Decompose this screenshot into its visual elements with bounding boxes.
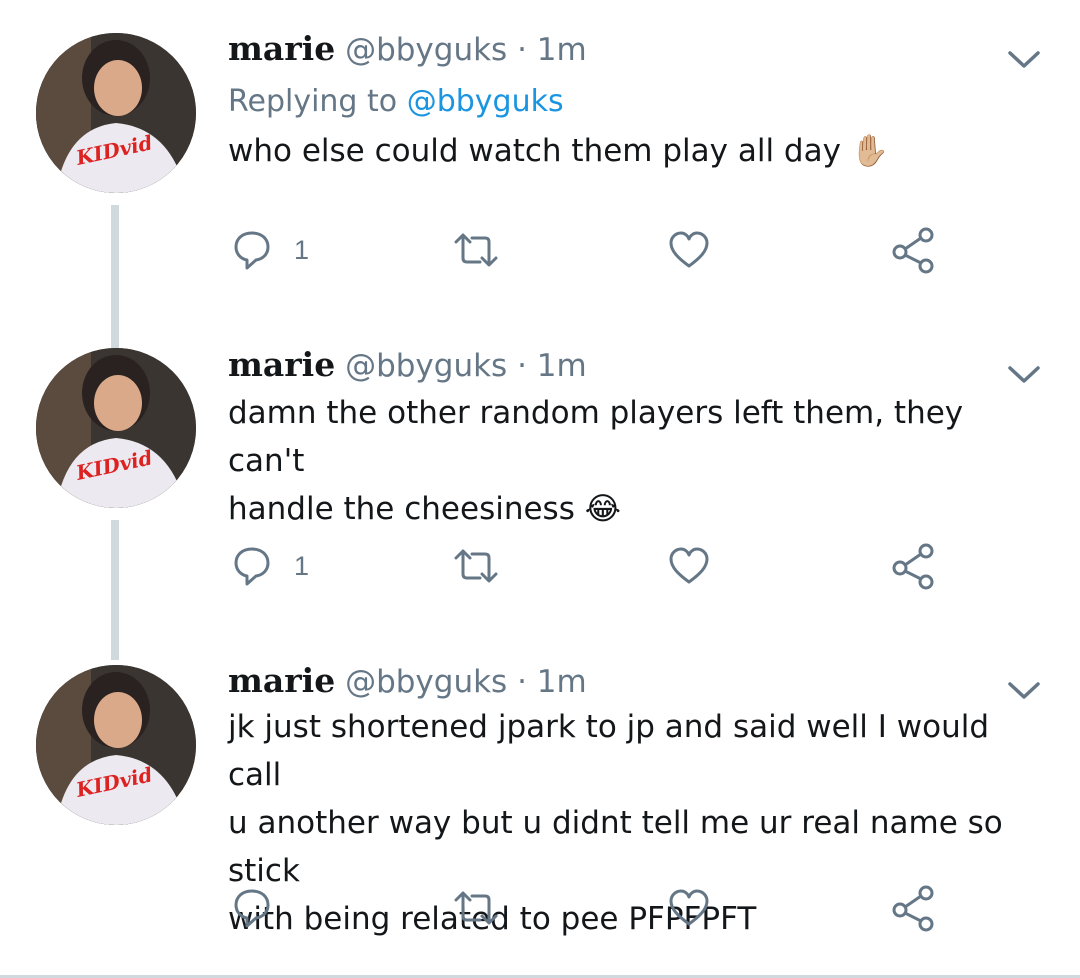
timestamp[interactable]: 1m bbox=[537, 664, 587, 700]
tweet-content: marie @bbyguks · 1m Replying to @bbyguks… bbox=[228, 30, 1040, 175]
retweet-icon bbox=[454, 891, 498, 925]
display-name[interactable]: marie bbox=[228, 345, 335, 384]
display-name[interactable]: marie bbox=[228, 661, 335, 700]
separator: · bbox=[517, 348, 527, 384]
user-handle[interactable]: @bbyguks bbox=[345, 348, 507, 384]
reply-count: 1 bbox=[294, 234, 310, 265]
tweet-text-line: who else could watch them play all day bbox=[228, 133, 841, 169]
reply-button[interactable]: 1 bbox=[232, 542, 309, 590]
retweet-icon bbox=[454, 233, 498, 267]
laughing-emoji: 😂 bbox=[584, 491, 621, 527]
reply-icon bbox=[234, 231, 270, 270]
reply-count: 1 bbox=[294, 550, 310, 581]
tweet-2[interactable]: KIDvid marie @bbyguks · 1m damn the othe… bbox=[0, 330, 1080, 660]
separator: · bbox=[517, 32, 527, 68]
tweet-text-line: handle the cheesiness 😂 bbox=[228, 485, 1040, 533]
tweet-content: marie @bbyguks · 1m damn the other rando… bbox=[228, 346, 1040, 533]
retweet-button[interactable] bbox=[452, 226, 500, 274]
avatar[interactable]: KIDvid bbox=[36, 665, 196, 825]
thread-line bbox=[111, 330, 119, 348]
tweet-text-line: jk just shortened jpark to jp and said w… bbox=[228, 709, 990, 793]
share-icon bbox=[892, 227, 934, 274]
share-button[interactable] bbox=[890, 884, 938, 932]
tweet-actions: 1 bbox=[228, 542, 988, 590]
raised-hand-emoji: ✋🏼 bbox=[850, 133, 890, 169]
share-icon bbox=[892, 885, 934, 932]
thread-line bbox=[111, 520, 119, 660]
replying-label: Replying to bbox=[228, 84, 398, 119]
like-button[interactable] bbox=[668, 542, 710, 590]
replying-to: Replying to @bbyguks bbox=[228, 83, 1040, 121]
tweet-text-line: u another way but u didnt tell me ur rea… bbox=[228, 805, 1003, 889]
replying-handle-link[interactable]: @bbyguks bbox=[407, 84, 564, 119]
share-button[interactable] bbox=[890, 226, 938, 274]
avatar[interactable]: KIDvid bbox=[36, 348, 196, 508]
share-icon bbox=[892, 543, 934, 590]
user-handle[interactable]: @bbyguks bbox=[345, 664, 507, 700]
reply-button[interactable]: 1 bbox=[232, 226, 309, 274]
user-handle[interactable]: @bbyguks bbox=[345, 32, 507, 68]
tweet-actions bbox=[228, 884, 988, 932]
tweet-header: marie @bbyguks · 1m bbox=[228, 346, 1040, 385]
tweet-1[interactable]: KIDvid marie @bbyguks · 1m Replying to @… bbox=[0, 0, 1080, 330]
chevron-down-icon[interactable] bbox=[1004, 676, 1044, 704]
tweet-text: who else could watch them play all day ✋… bbox=[228, 127, 1040, 175]
retweet-button[interactable] bbox=[452, 542, 500, 590]
retweet-icon bbox=[454, 549, 498, 583]
chevron-down-icon[interactable] bbox=[1004, 360, 1044, 388]
reply-icon bbox=[234, 547, 270, 586]
thread-line bbox=[111, 205, 119, 330]
tweet-header: marie @bbyguks · 1m bbox=[228, 662, 1040, 701]
tweet-text: damn the other random players left them,… bbox=[228, 389, 1040, 533]
avatar[interactable]: KIDvid bbox=[36, 33, 196, 193]
tweet-text-segment: handle the cheesiness bbox=[228, 491, 575, 527]
separator: · bbox=[517, 664, 527, 700]
tweet-header: marie @bbyguks · 1m bbox=[228, 30, 1040, 69]
like-icon bbox=[669, 547, 709, 584]
like-button[interactable] bbox=[668, 884, 710, 932]
timestamp[interactable]: 1m bbox=[537, 32, 587, 68]
tweet-actions: 1 bbox=[228, 226, 988, 274]
reply-button[interactable] bbox=[232, 884, 294, 932]
like-icon bbox=[669, 889, 709, 926]
display-name[interactable]: marie bbox=[228, 29, 335, 68]
retweet-button[interactable] bbox=[452, 884, 500, 932]
like-button[interactable] bbox=[668, 226, 710, 274]
tweet-3[interactable]: KIDvid marie @bbyguks · 1m jk just short… bbox=[0, 660, 1080, 978]
timestamp[interactable]: 1m bbox=[537, 348, 587, 384]
chevron-down-icon[interactable] bbox=[1004, 45, 1044, 73]
like-icon bbox=[669, 231, 709, 268]
reply-icon bbox=[234, 889, 270, 928]
share-button[interactable] bbox=[890, 542, 938, 590]
tweet-text-line: damn the other random players left them,… bbox=[228, 395, 964, 479]
